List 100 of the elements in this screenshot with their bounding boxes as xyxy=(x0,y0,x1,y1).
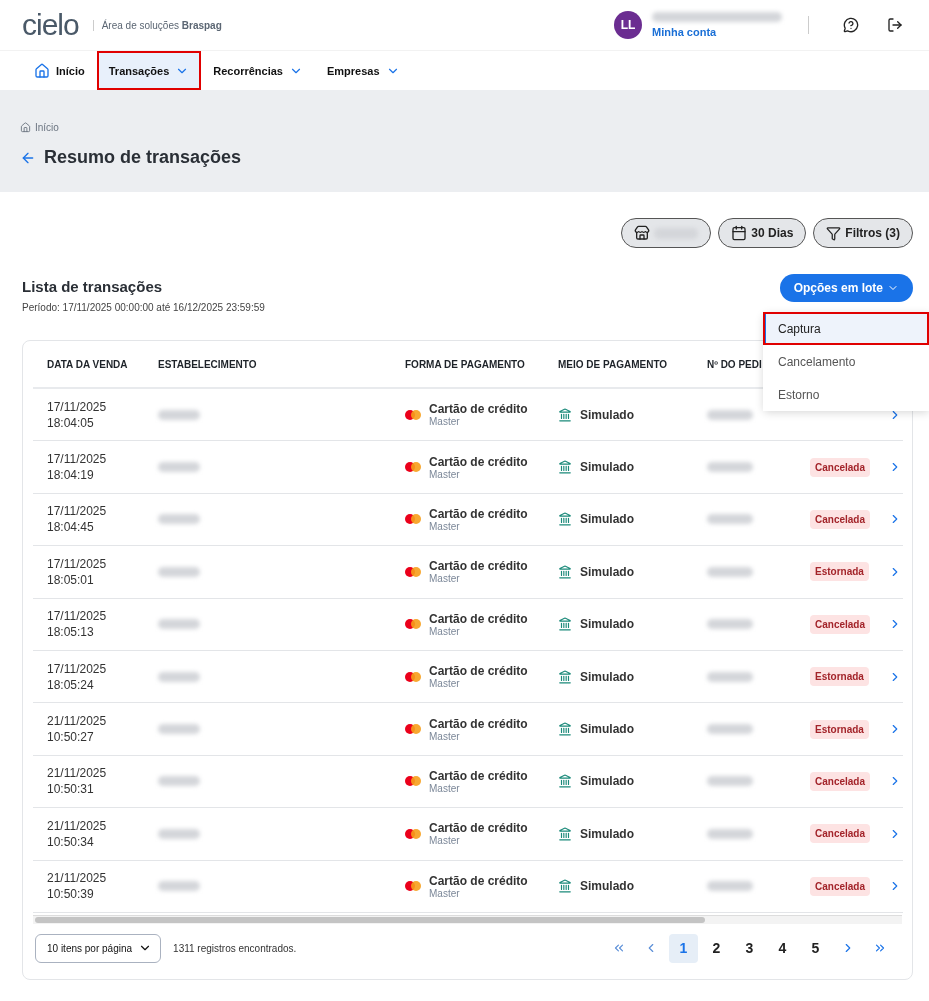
status-badge: Estornada xyxy=(810,562,869,582)
payment-type: Cartão de crédito xyxy=(429,768,528,783)
payment-method: Simulado xyxy=(580,512,634,527)
card-brand: Master xyxy=(429,730,461,742)
card-brand: Master xyxy=(429,468,461,480)
card-brand-icon xyxy=(405,671,421,682)
card-brand: Master xyxy=(429,887,461,899)
redacted-text xyxy=(158,619,200,630)
bank-icon xyxy=(558,826,572,841)
status-badge: Estornada xyxy=(810,719,869,739)
bank-icon xyxy=(558,722,572,737)
card-brand: Master xyxy=(429,625,461,637)
card-brand-icon xyxy=(405,776,421,787)
redacted-text xyxy=(707,514,753,525)
account-link[interactable]: Minha conta xyxy=(652,26,782,38)
period-text: Período: 17/11/2025 00:00:00 até 16/12/2025 23:59:59 xyxy=(22,302,265,313)
bank-icon xyxy=(558,669,572,684)
redacted-text xyxy=(707,566,753,577)
card-brand: Master xyxy=(429,835,461,847)
redacted-text xyxy=(707,776,753,787)
payment-method: Simulado xyxy=(580,460,634,475)
page-button[interactable]: 3 xyxy=(735,933,764,963)
status-badge: Cancelada xyxy=(810,824,871,844)
sale-date: 21/11/2025 10:50:27 xyxy=(47,713,108,746)
nav-tab[interactable]: Transações xyxy=(96,51,202,90)
column-header: DATA DA VENDA xyxy=(47,358,128,370)
batch-options-button[interactable]: Opções em lote xyxy=(779,274,913,302)
card-brand-icon xyxy=(405,881,421,892)
menu-item[interactable]: Estorno xyxy=(763,378,929,411)
redacted-text xyxy=(158,881,200,892)
payment-method: Simulado xyxy=(580,722,634,737)
date-button[interactable]: 30 Dias xyxy=(718,218,807,248)
redacted-text xyxy=(707,462,753,473)
redacted-text xyxy=(158,828,200,839)
redacted-text xyxy=(707,724,753,735)
payment-method: Simulado xyxy=(580,617,634,632)
payment-method: Simulado xyxy=(580,774,634,789)
bank-icon xyxy=(558,460,572,475)
payment-method: Simulado xyxy=(580,826,634,841)
bank-icon xyxy=(558,407,572,422)
redacted-text xyxy=(158,514,200,525)
card-brand: Master xyxy=(429,416,461,428)
nav-tab[interactable]: Empresas xyxy=(315,51,412,90)
bank-icon xyxy=(558,564,572,579)
redacted-text xyxy=(707,671,753,682)
status-badge: Estornada xyxy=(810,667,869,687)
page-size-select[interactable]: 10 itens por página xyxy=(35,933,162,963)
redacted-text xyxy=(158,724,200,735)
help-icon xyxy=(843,17,859,33)
column-header: Nº DO PEDI xyxy=(707,358,762,370)
page-button[interactable]: 1 xyxy=(669,933,698,963)
status-badge: Cancelada xyxy=(810,876,871,896)
payment-method: Simulado xyxy=(580,879,634,894)
sale-date: 17/11/2025 18:04:19 xyxy=(47,451,108,484)
menu-item[interactable]: Captura xyxy=(763,312,929,345)
redacted-text xyxy=(158,566,200,577)
card-brand: Master xyxy=(429,782,461,794)
payment-type: Cartão de crédito xyxy=(429,559,528,574)
card-brand: Master xyxy=(429,678,461,690)
horizontal-scrollbar[interactable] xyxy=(33,914,902,924)
bank-icon xyxy=(558,879,572,894)
sale-date: 17/11/2025 18:05:01 xyxy=(47,555,108,588)
column-header: ESTABELECIMENTO xyxy=(158,358,257,370)
status-badge: Cancelada xyxy=(810,457,871,477)
records-count: 1311 registros encontrados. xyxy=(173,942,297,954)
store-button[interactable] xyxy=(621,218,712,248)
redacted-text xyxy=(158,409,200,420)
sale-date: 17/11/2025 18:05:24 xyxy=(47,660,108,693)
payment-method: Simulado xyxy=(580,669,634,684)
payment-type: Cartão de crédito xyxy=(429,402,528,417)
section-title: Lista de transações xyxy=(22,278,164,295)
sale-date: 21/11/2025 10:50:34 xyxy=(47,817,108,850)
payment-type: Cartão de crédito xyxy=(429,821,528,836)
payment-type: Cartão de crédito xyxy=(429,454,528,469)
page-button[interactable]: 5 xyxy=(801,933,830,963)
payment-method: Simulado xyxy=(580,564,634,579)
breadcrumb[interactable]: Início xyxy=(35,122,59,133)
redacted-text xyxy=(707,619,753,630)
redacted-text xyxy=(707,409,753,420)
payment-type: Cartão de crédito xyxy=(429,873,528,888)
card-brand: Master xyxy=(429,573,461,585)
menu-item[interactable]: Cancelamento xyxy=(763,345,929,378)
sale-date: 21/11/2025 10:50:39 xyxy=(47,870,108,903)
page-button[interactable]: 4 xyxy=(768,933,797,963)
avatar: LL xyxy=(614,11,642,39)
payment-method: Simulado xyxy=(580,407,634,422)
card-brand-icon xyxy=(405,566,421,577)
redacted-text xyxy=(707,828,753,839)
sale-date: 17/11/2025 18:05:13 xyxy=(47,608,108,641)
calendar-icon xyxy=(731,225,748,241)
nav-tab[interactable]: Recorrências xyxy=(201,51,315,90)
status-badge: Cancelada xyxy=(810,771,871,791)
store-icon xyxy=(634,225,651,241)
card-brand-icon xyxy=(405,828,421,839)
filter-icon xyxy=(826,225,842,241)
logo: cielo xyxy=(22,10,79,40)
filter-button[interactable]: Filtros (3) xyxy=(813,218,913,248)
card-brand-icon xyxy=(405,619,421,630)
page-button[interactable]: 2 xyxy=(702,933,731,963)
nav-tab[interactable]: Início xyxy=(22,51,97,90)
